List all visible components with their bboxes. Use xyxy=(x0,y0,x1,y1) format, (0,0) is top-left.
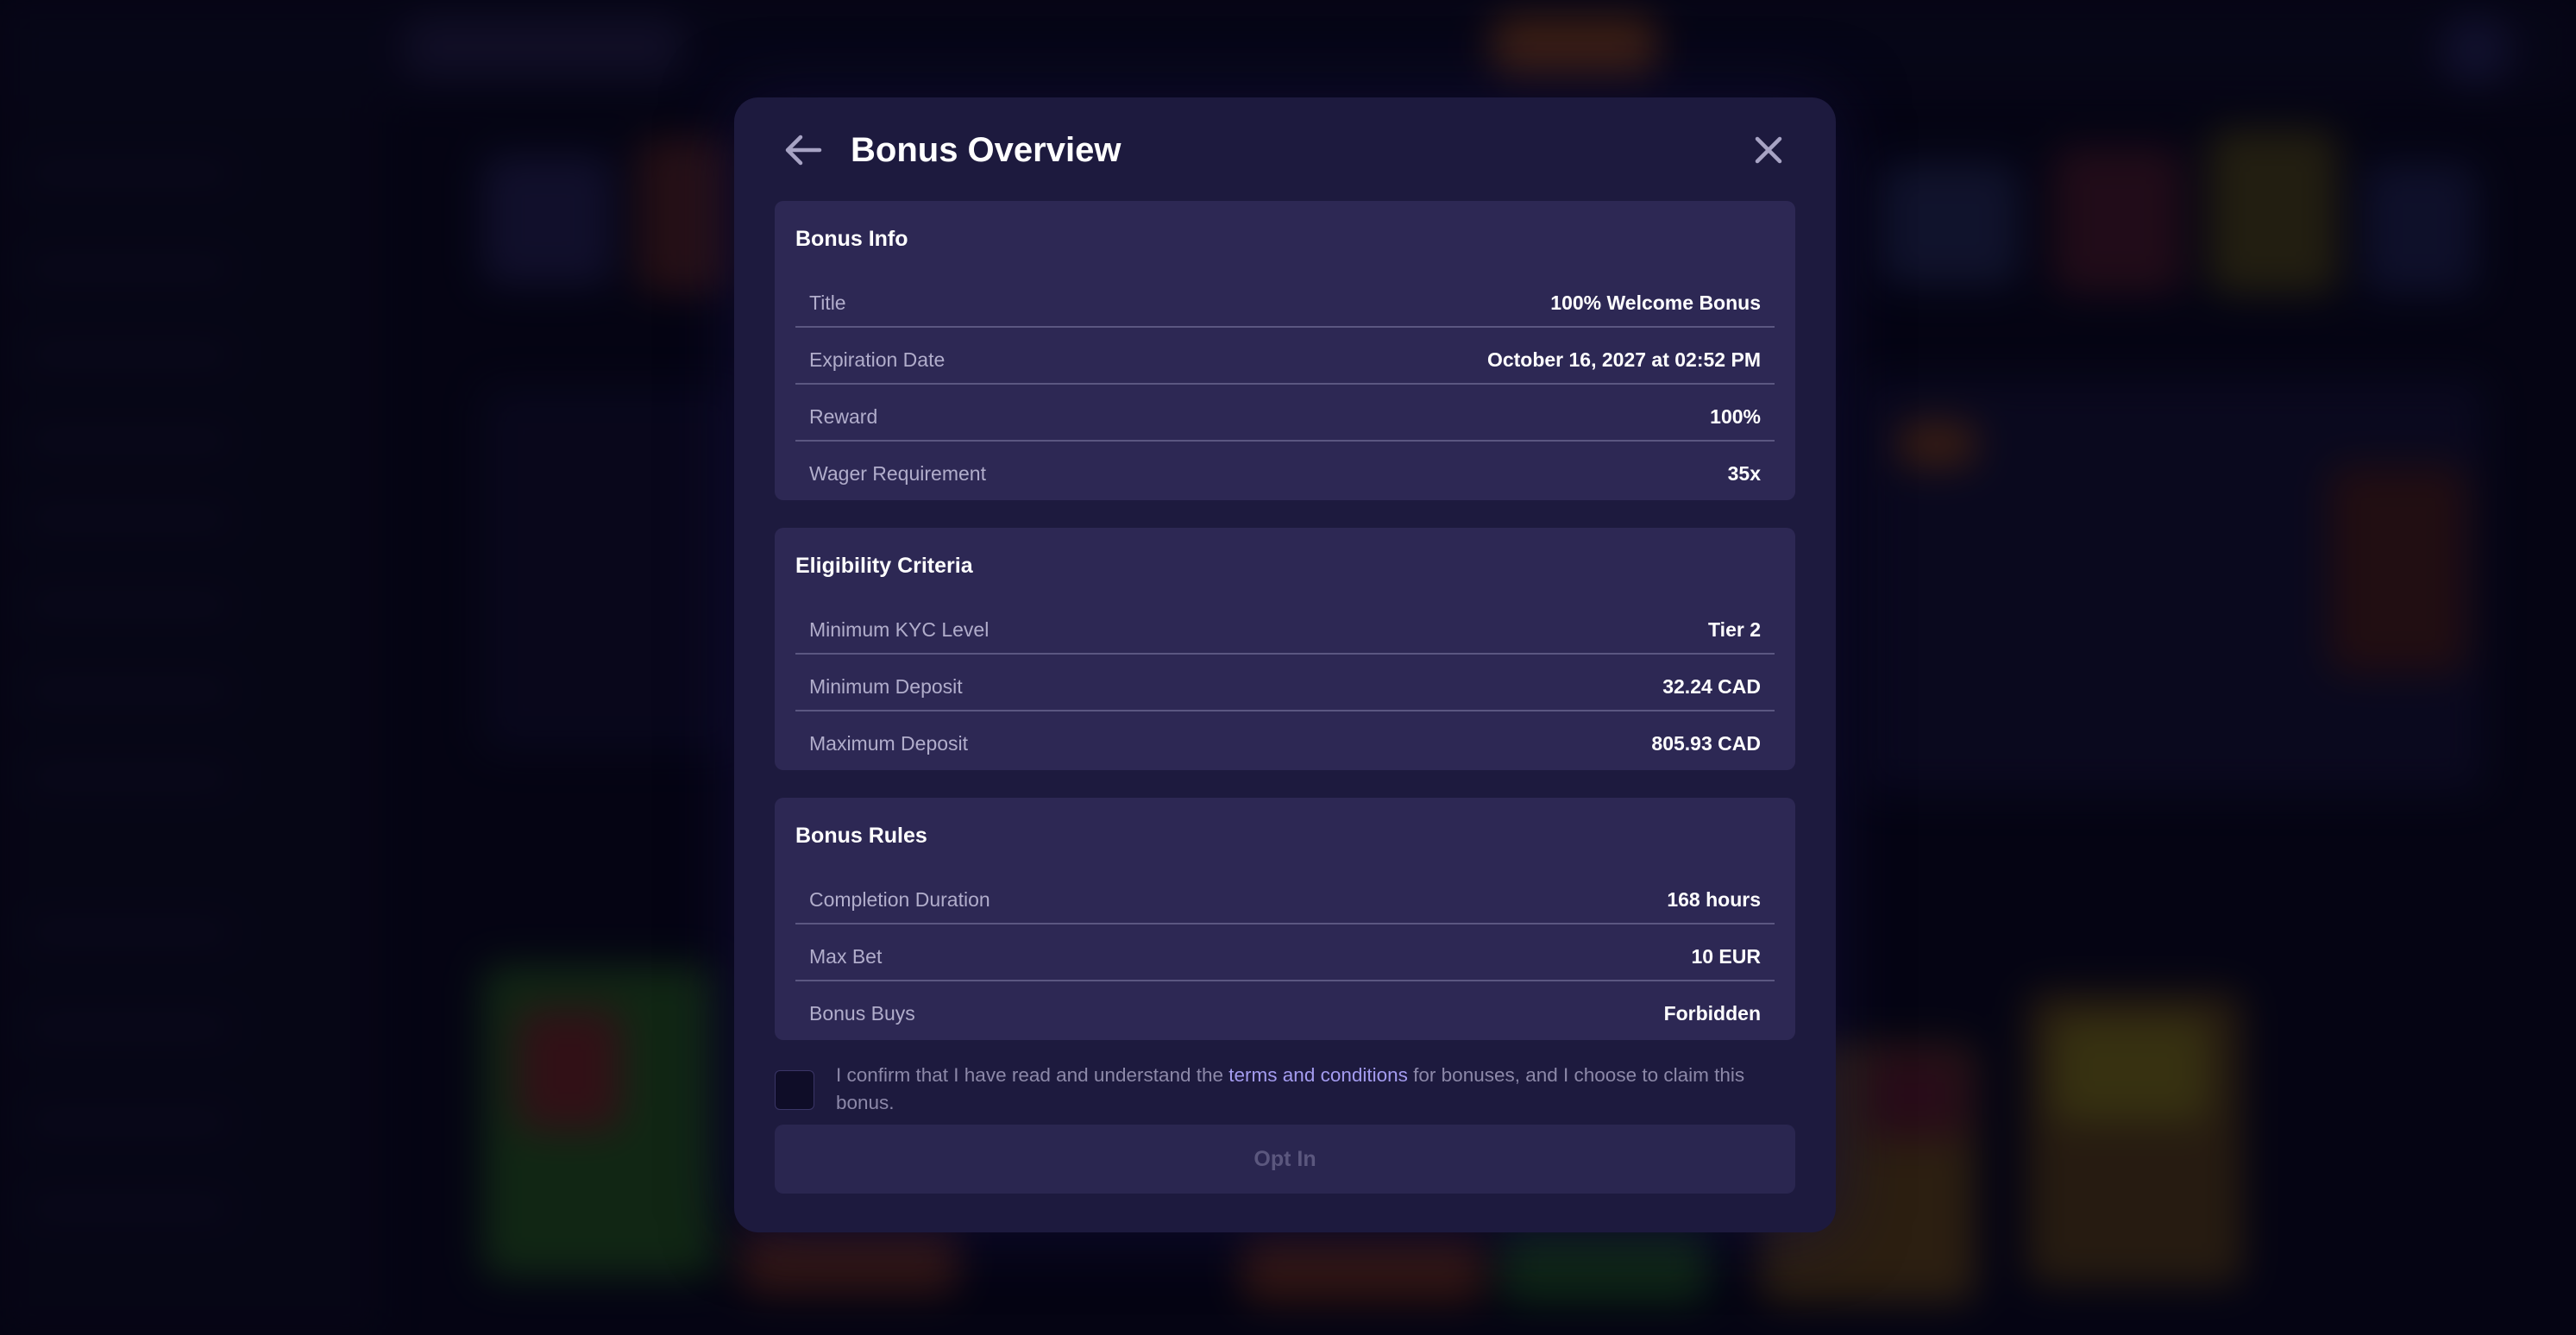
row-value: 10 EUR xyxy=(1691,945,1761,968)
row-label: Minimum KYC Level xyxy=(809,618,990,641)
row-value: 805.93 CAD xyxy=(1651,732,1761,755)
terms-and-conditions-link[interactable]: terms and conditions xyxy=(1228,1064,1408,1086)
rules-row-completion-duration: Completion Duration 168 hours xyxy=(795,866,1775,924)
eligibility-row-maximum-deposit: Maximum Deposit 805.93 CAD xyxy=(795,710,1775,767)
close-button[interactable] xyxy=(1749,130,1788,170)
bonus-info-section: Bonus Info Title 100% Welcome Bonus Expi… xyxy=(775,201,1795,500)
eligibility-row-kyc-level: Minimum KYC Level Tier 2 xyxy=(795,596,1775,655)
arrow-left-icon xyxy=(785,135,822,166)
row-value: 35x xyxy=(1727,462,1761,485)
row-label: Minimum Deposit xyxy=(809,675,963,698)
row-label: Reward xyxy=(809,405,878,428)
rules-row-bonus-buys: Bonus Buys Forbidden xyxy=(795,980,1775,1037)
row-label: Max Bet xyxy=(809,945,883,968)
bonus-rules-section: Bonus Rules Completion Duration 168 hour… xyxy=(775,798,1795,1040)
info-row-title: Title 100% Welcome Bonus xyxy=(795,269,1775,328)
eligibility-criteria-section: Eligibility Criteria Minimum KYC Level T… xyxy=(775,528,1795,770)
section-title: Bonus Info xyxy=(795,227,908,251)
consent-checkbox[interactable] xyxy=(775,1070,814,1110)
info-row-expiration-date: Expiration Date October 16, 2027 at 02:5… xyxy=(795,326,1775,385)
modal-title: Bonus Overview xyxy=(851,131,1122,169)
close-icon xyxy=(1755,136,1782,164)
info-row-wager-requirement: Wager Requirement 35x xyxy=(795,440,1775,497)
rules-row-max-bet: Max Bet 10 EUR xyxy=(795,923,1775,981)
row-value: Forbidden xyxy=(1663,1002,1761,1025)
eligibility-row-minimum-deposit: Minimum Deposit 32.24 CAD xyxy=(795,653,1775,711)
consent-text: I confirm that I have read and understan… xyxy=(836,1062,1794,1117)
row-value: 100% xyxy=(1710,405,1761,428)
row-label: Expiration Date xyxy=(809,348,946,371)
modal-header: Bonus Overview xyxy=(734,97,1836,194)
row-label: Maximum Deposit xyxy=(809,732,969,755)
row-label: Wager Requirement xyxy=(809,462,986,485)
row-value: October 16, 2027 at 02:52 PM xyxy=(1486,348,1761,371)
row-label: Completion Duration xyxy=(809,888,990,911)
row-value: Tier 2 xyxy=(1708,618,1761,641)
info-row-reward: Reward 100% xyxy=(795,383,1775,442)
row-value: 100% Welcome Bonus xyxy=(1550,291,1761,314)
section-title: Bonus Rules xyxy=(795,824,927,848)
back-button[interactable] xyxy=(780,130,826,170)
row-value: 32.24 CAD xyxy=(1662,675,1761,698)
row-value: 168 hours xyxy=(1667,888,1761,911)
bonus-overview-modal: Bonus Overview Bonus Info Title 100% Wel… xyxy=(734,97,1836,1232)
opt-in-button[interactable]: Opt In xyxy=(775,1125,1795,1194)
section-title: Eligibility Criteria xyxy=(795,554,973,578)
consent-text-before: I confirm that I have read and understan… xyxy=(836,1064,1229,1086)
row-label: Title xyxy=(809,291,846,314)
consent-block: I confirm that I have read and understan… xyxy=(775,1055,1795,1115)
row-label: Bonus Buys xyxy=(809,1002,915,1025)
